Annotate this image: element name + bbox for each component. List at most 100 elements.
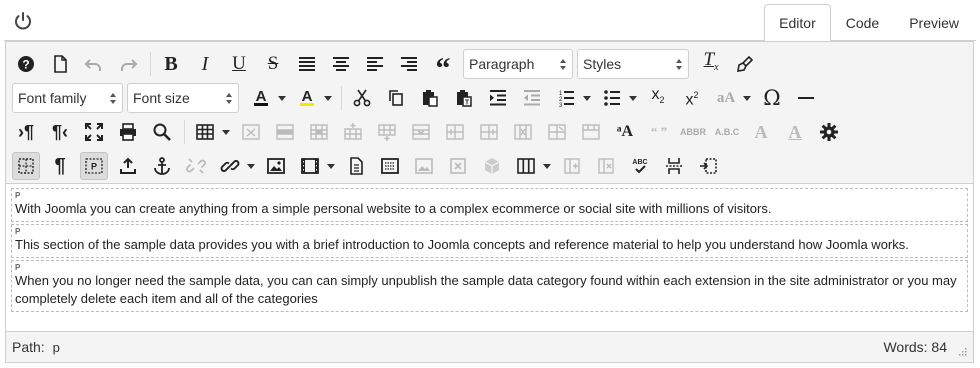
align-left-icon[interactable] bbox=[361, 50, 389, 78]
search-icon[interactable] bbox=[148, 118, 176, 146]
paragraph-block[interactable]: P When you no longer need the sample dat… bbox=[11, 260, 968, 312]
align-justify-icon[interactable] bbox=[293, 50, 321, 78]
resize-handle-icon[interactable] bbox=[957, 346, 967, 356]
blockquote-icon[interactable]: “ bbox=[429, 50, 457, 84]
template-icon[interactable] bbox=[376, 152, 404, 180]
help-icon[interactable]: ? bbox=[12, 50, 40, 78]
table-dropdown-icon[interactable] bbox=[221, 118, 231, 146]
change-case-dropdown-icon[interactable] bbox=[742, 84, 752, 112]
unlink-icon[interactable] bbox=[182, 152, 210, 180]
print-icon[interactable] bbox=[114, 118, 142, 146]
quote-icon[interactable]: “ ” bbox=[645, 118, 673, 146]
cube-icon[interactable] bbox=[478, 152, 506, 180]
image-icon[interactable] bbox=[262, 152, 290, 180]
insert-row-after-icon[interactable] bbox=[373, 118, 401, 146]
anchor-icon[interactable] bbox=[148, 152, 176, 180]
cell-properties-icon[interactable] bbox=[305, 118, 333, 146]
fullscreen-icon[interactable] bbox=[80, 118, 108, 146]
insert-break-icon[interactable] bbox=[694, 152, 722, 180]
row-properties-icon[interactable] bbox=[271, 118, 299, 146]
insert-column-before-icon[interactable] bbox=[441, 118, 469, 146]
cut-icon[interactable] bbox=[348, 84, 376, 112]
columns-dropdown-icon[interactable] bbox=[542, 152, 552, 180]
show-invisible-chars-icon[interactable]: ¶ bbox=[46, 152, 74, 180]
link-dropdown-icon[interactable] bbox=[246, 152, 256, 180]
special-character-icon[interactable]: Ω bbox=[758, 84, 786, 112]
underline-icon[interactable]: U bbox=[225, 50, 253, 78]
styles-select[interactable]: Styles bbox=[577, 49, 689, 79]
highlight-color-icon[interactable]: A bbox=[293, 84, 321, 112]
undo-icon[interactable] bbox=[80, 50, 108, 78]
copy-icon[interactable] bbox=[382, 84, 410, 112]
paragraph-text[interactable]: When you no longer need the sample data,… bbox=[15, 272, 964, 308]
attributes-icon[interactable]: A bbox=[781, 118, 809, 146]
delete-column-icon[interactable] bbox=[509, 118, 537, 146]
abbreviation-icon[interactable]: ABBR bbox=[679, 118, 707, 146]
paragraph-block[interactable]: P With Joomla you can create anything fr… bbox=[11, 188, 968, 222]
merge-cells-icon[interactable] bbox=[577, 118, 605, 146]
font-style-icon[interactable]: ᵃA bbox=[611, 118, 639, 146]
font-family-select[interactable]: Font family bbox=[12, 83, 123, 113]
power-icon[interactable] bbox=[12, 10, 34, 32]
bullet-list-icon[interactable] bbox=[598, 84, 626, 112]
visual-aid-icon[interactable] bbox=[12, 152, 40, 180]
paint-brush-icon[interactable] bbox=[731, 50, 759, 78]
path-element-p[interactable]: p bbox=[53, 340, 60, 355]
redo-icon[interactable] bbox=[114, 50, 142, 78]
paragraph-block[interactable]: P This section of the sample data provid… bbox=[11, 224, 968, 258]
italic-icon[interactable]: I bbox=[191, 50, 219, 78]
clear-formatting-icon[interactable]: Tx bbox=[697, 50, 725, 78]
paragraph-text[interactable]: This section of the sample data provides… bbox=[15, 236, 964, 254]
bullet-list-dropdown-icon[interactable] bbox=[628, 84, 638, 112]
columns-icon[interactable] bbox=[512, 152, 540, 180]
table-icon[interactable] bbox=[191, 118, 219, 146]
tab-editor[interactable]: Editor bbox=[764, 4, 831, 41]
page-break-icon[interactable] bbox=[660, 152, 688, 180]
superscript-icon[interactable]: x2 bbox=[678, 84, 706, 112]
acronym-icon[interactable]: A.B.C bbox=[713, 118, 741, 146]
spellcheck-icon[interactable]: ABC bbox=[626, 152, 654, 180]
split-cells-icon[interactable] bbox=[543, 118, 571, 146]
horizontal-rule-icon[interactable] bbox=[792, 84, 820, 112]
indent-icon[interactable] bbox=[484, 84, 512, 112]
ltr-direction-icon[interactable]: ›¶ bbox=[12, 118, 40, 146]
paste-icon[interactable] bbox=[416, 84, 444, 112]
show-blocks-icon[interactable]: P bbox=[80, 152, 108, 180]
paragraph-text[interactable]: With Joomla you can create anything from… bbox=[15, 200, 964, 218]
inline-style-icon[interactable]: A bbox=[747, 118, 775, 146]
media-icon[interactable] bbox=[296, 152, 324, 180]
delete-table-icon[interactable] bbox=[237, 118, 265, 146]
document-icon[interactable] bbox=[342, 152, 370, 180]
align-center-icon[interactable] bbox=[327, 50, 355, 78]
text-color-dropdown-icon[interactable] bbox=[277, 84, 287, 112]
strikethrough-icon[interactable]: S bbox=[259, 50, 287, 78]
delete-image-icon[interactable] bbox=[444, 152, 472, 180]
tab-preview[interactable]: Preview bbox=[894, 4, 974, 41]
outdent-icon[interactable] bbox=[518, 84, 546, 112]
align-right-icon[interactable] bbox=[395, 50, 423, 78]
block-format-select[interactable]: Paragraph bbox=[463, 49, 573, 79]
gear-icon[interactable] bbox=[815, 118, 843, 146]
numbered-list-icon[interactable]: 123 bbox=[552, 84, 580, 112]
highlight-color-dropdown-icon[interactable] bbox=[323, 84, 333, 112]
insert-column-icon[interactable] bbox=[558, 152, 586, 180]
rtl-direction-icon[interactable]: ¶‹ bbox=[46, 118, 74, 146]
font-size-select[interactable]: Font size bbox=[127, 83, 239, 113]
delete-column-x-icon[interactable] bbox=[592, 152, 620, 180]
upload-icon[interactable] bbox=[114, 152, 142, 180]
image-gallery-icon[interactable] bbox=[410, 152, 438, 180]
subscript-icon[interactable]: x2 bbox=[644, 84, 672, 112]
tab-code[interactable]: Code bbox=[831, 4, 894, 41]
numbered-list-dropdown-icon[interactable] bbox=[582, 84, 592, 112]
insert-column-after-icon[interactable] bbox=[475, 118, 503, 146]
link-icon[interactable] bbox=[216, 152, 244, 180]
editor-content-area[interactable]: P With Joomla you can create anything fr… bbox=[6, 184, 973, 330]
media-dropdown-icon[interactable] bbox=[326, 152, 336, 180]
bold-icon[interactable]: B bbox=[157, 50, 185, 78]
text-color-icon[interactable]: A bbox=[247, 84, 275, 112]
insert-row-before-icon[interactable] bbox=[339, 118, 367, 146]
delete-row-icon[interactable] bbox=[407, 118, 435, 146]
change-case-icon[interactable]: aA bbox=[712, 84, 740, 112]
paste-as-text-icon[interactable]: T bbox=[450, 84, 478, 112]
new-document-icon[interactable] bbox=[46, 50, 74, 78]
